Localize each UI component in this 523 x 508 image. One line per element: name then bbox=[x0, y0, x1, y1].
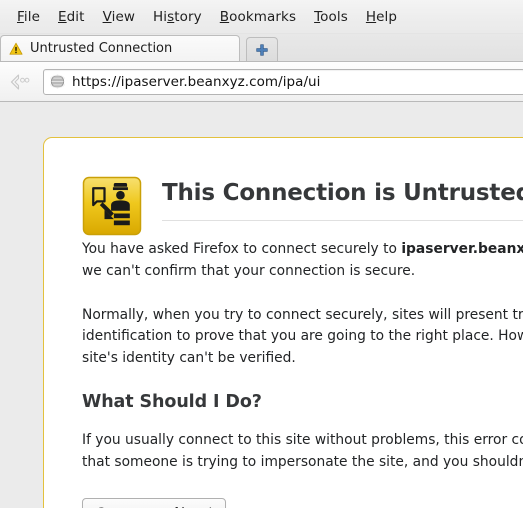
menu-label-history-post: tory bbox=[174, 8, 202, 25]
untrusted-connection-officer-icon bbox=[82, 176, 142, 236]
menu-label-bookmarks-post: ookmarks bbox=[229, 8, 297, 25]
back-arrow-icon bbox=[10, 73, 30, 90]
menu-accesskey-edit: E bbox=[58, 8, 67, 25]
server-hostname: ipaserver.beanxyz.com bbox=[401, 241, 523, 257]
menu-label-history-pre: Hi bbox=[153, 8, 168, 25]
menu-item-help[interactable]: Help bbox=[357, 7, 406, 27]
browser-window: File Edit View History Bookmarks Tools H… bbox=[0, 0, 523, 508]
menu-label-tools-post: ools bbox=[320, 8, 348, 25]
menu-accesskey-help: H bbox=[365, 8, 377, 25]
tab-strip: Untrusted Connection bbox=[0, 34, 523, 62]
menu-label-edit-post: dit bbox=[66, 8, 85, 25]
menu-accesskey-view: V bbox=[102, 8, 112, 25]
get-me-out-of-here-button[interactable]: Get me out of here! bbox=[82, 497, 227, 508]
panel-header: This Connection is Untrusted bbox=[82, 176, 523, 239]
menu-item-bookmarks[interactable]: Bookmarks bbox=[211, 7, 305, 27]
menu-accesskey-file: F bbox=[17, 8, 24, 25]
new-tab-button[interactable] bbox=[246, 37, 278, 61]
globe-icon bbox=[50, 74, 65, 89]
menu-item-edit[interactable]: Edit bbox=[49, 7, 94, 27]
warning-triangle-icon bbox=[9, 42, 23, 55]
paragraph-2: Normally, when you try to connect secure… bbox=[82, 306, 523, 367]
untrusted-connection-panel: This Connection is Untrusted You have as… bbox=[43, 137, 523, 508]
title-divider bbox=[162, 220, 523, 221]
subheading-what-should-i-do: What Should I Do? bbox=[82, 391, 262, 412]
menu-item-tools[interactable]: Tools bbox=[305, 7, 357, 27]
url-text: https://ipaserver.beanxyz.com/ipa/ui bbox=[72, 73, 321, 90]
menu-label-file-post: ile bbox=[23, 8, 40, 25]
paragraph-1-before: You have asked Firefox to connect secure… bbox=[82, 241, 402, 257]
paragraph-3: If you usually connect to this site with… bbox=[82, 431, 523, 470]
menu-label-help-post: elp bbox=[376, 8, 398, 25]
menu-item-file[interactable]: File bbox=[8, 7, 49, 27]
page-viewport: This Connection is Untrusted You have as… bbox=[0, 102, 523, 508]
tab-untrusted-connection[interactable]: Untrusted Connection bbox=[0, 35, 240, 61]
panel-header-text: This Connection is Untrusted bbox=[162, 176, 523, 239]
menu-accesskey-bookmarks: B bbox=[219, 8, 230, 25]
navigation-toolbar: https://ipaserver.beanxyz.com/ipa/ui bbox=[0, 62, 523, 102]
menu-label-view-post: iew bbox=[111, 8, 136, 25]
menu-bar: File Edit View History Bookmarks Tools H… bbox=[0, 0, 523, 34]
tab-title: Untrusted Connection bbox=[30, 41, 173, 56]
back-button[interactable] bbox=[6, 69, 36, 95]
page-title: This Connection is Untrusted bbox=[162, 180, 523, 206]
paragraph-1: You have asked Firefox to connect secure… bbox=[82, 239, 523, 283]
menu-item-view[interactable]: View bbox=[94, 7, 144, 27]
menu-item-history[interactable]: History bbox=[144, 7, 211, 27]
plus-icon bbox=[256, 43, 268, 56]
url-bar[interactable]: https://ipaserver.beanxyz.com/ipa/ui bbox=[43, 68, 523, 95]
